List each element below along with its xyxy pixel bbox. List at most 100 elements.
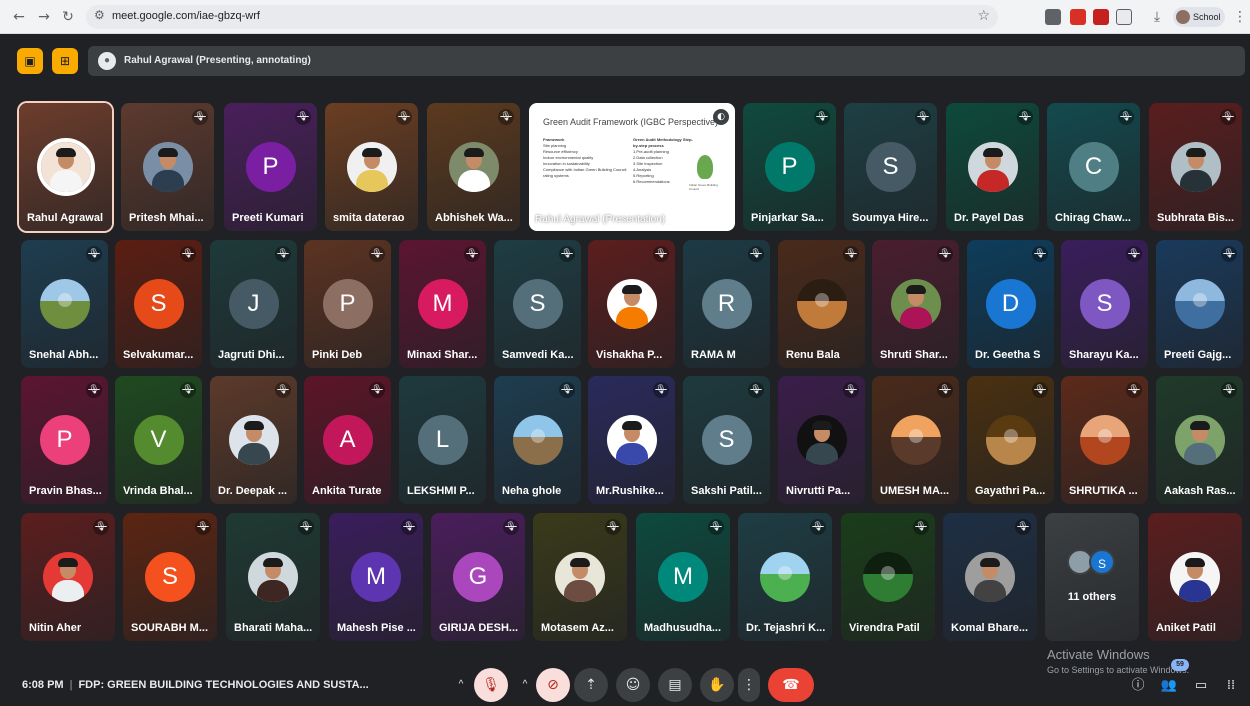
participant-name: Nivrutti Pa... bbox=[786, 485, 851, 497]
participant-tile[interactable]: 🎙 Aakash Ras... bbox=[1156, 376, 1243, 504]
participant-photo bbox=[448, 142, 499, 192]
people-icon[interactable]: 👥 bbox=[1160, 677, 1178, 695]
present-screen-icon[interactable]: ⇡ bbox=[574, 668, 608, 702]
url-text: meet.google.com/iae-gbzq-wrf bbox=[112, 10, 260, 22]
participant-tile[interactable]: 🎙 Dr. Tejashri K... bbox=[738, 513, 832, 641]
participant-tile[interactable]: 🎙 Renu Bala bbox=[778, 240, 865, 368]
reload-icon[interactable]: ↻ bbox=[57, 6, 79, 28]
emoji-icon[interactable]: ☺ bbox=[616, 668, 650, 702]
participant-tile[interactable]: 🎙 Shruti Shar... bbox=[872, 240, 959, 368]
video-settings-caret-icon[interactable]: ^ bbox=[514, 668, 536, 702]
participant-tile[interactable]: Rahul Agrawal bbox=[19, 103, 112, 231]
mic-off-icon[interactable]: 🎙 bbox=[474, 668, 508, 702]
participant-photo bbox=[512, 415, 563, 465]
participant-tile[interactable]: S 🎙 SOURABH M... bbox=[123, 513, 217, 641]
participant-tile[interactable]: S 🎙 Sakshi Patil... bbox=[683, 376, 770, 504]
participant-tile[interactable]: R 🎙 RAMA M bbox=[683, 240, 770, 368]
activities-icon[interactable]: ⁞⁞ bbox=[1222, 677, 1240, 695]
participant-tile[interactable]: 🎙 Gayathri Pa... bbox=[967, 376, 1054, 504]
mic-off-icon: 🎙 bbox=[937, 246, 953, 262]
participant-tile[interactable]: 🎙 Virendra Patil bbox=[841, 513, 935, 641]
participant-tile[interactable]: 🎙 Preeti Gajg... bbox=[1156, 240, 1243, 368]
participant-tile[interactable]: M 🎙 Minaxi Shar... bbox=[399, 240, 486, 368]
more-options-icon[interactable]: ⋮ bbox=[738, 668, 760, 702]
participant-tile[interactable]: 🎙 Vishakha P... bbox=[588, 240, 675, 368]
chat-icon[interactable]: ▭ bbox=[1192, 677, 1210, 695]
participant-name: smita daterao bbox=[333, 212, 405, 224]
puzzle-icon[interactable] bbox=[1116, 9, 1132, 25]
hide-tiles-icon[interactable]: ▣ bbox=[17, 48, 43, 74]
participant-tile[interactable]: P 🎙 Pinki Deb bbox=[304, 240, 391, 368]
extension-icon[interactable] bbox=[1093, 9, 1109, 25]
address-bar[interactable]: ⚙ meet.google.com/iae-gbzq-wrf ☆ bbox=[86, 5, 998, 29]
participant-tile[interactable]: 🎙 Komal Bhare... bbox=[943, 513, 1037, 641]
tune-icon[interactable]: ⚙ bbox=[94, 8, 105, 22]
participant-name: Mahesh Pise ... bbox=[337, 622, 416, 634]
more-vert-icon[interactable]: ⋮ bbox=[1229, 6, 1250, 28]
participant-tile[interactable]: S 🎙 Soumya Hire... bbox=[844, 103, 937, 231]
participant-photo bbox=[606, 279, 657, 329]
participant-tile[interactable]: 🎙 SHRUTIKA ... bbox=[1061, 376, 1148, 504]
participant-avatar: J bbox=[228, 279, 279, 329]
participant-tile[interactable]: 🎙 Dr. Deepak ... bbox=[210, 376, 297, 504]
extension-icon[interactable] bbox=[1070, 9, 1086, 25]
participant-tile[interactable]: P 🎙 Preeti Kumari bbox=[224, 103, 317, 231]
participant-tile[interactable]: S 🎙 Samvedi Ka... bbox=[494, 240, 581, 368]
forward-icon[interactable]: → bbox=[33, 6, 55, 28]
participant-avatar: S bbox=[701, 415, 752, 465]
back-icon[interactable]: ← bbox=[8, 6, 30, 28]
pin-icon[interactable]: ⊞ bbox=[52, 48, 78, 74]
captions-icon[interactable]: ▤ bbox=[658, 668, 692, 702]
participant-tile[interactable]: 🎙 smita daterao bbox=[325, 103, 418, 231]
participant-tile[interactable]: 🎙 Abhishek Wa... bbox=[427, 103, 520, 231]
participant-tile[interactable]: 🎙 Bharati Maha... bbox=[226, 513, 320, 641]
mic-off-icon: 🎙 bbox=[748, 246, 764, 262]
participant-avatar: P bbox=[764, 142, 815, 192]
participant-tile[interactable]: M 🎙 Madhusudha... bbox=[636, 513, 730, 641]
participant-tile[interactable]: 🎙 Nitin Aher bbox=[21, 513, 115, 641]
participant-tile[interactable]: S 🎙 Selvakumar... bbox=[115, 240, 202, 368]
participant-tile[interactable]: 🎙 Motasem Az... bbox=[533, 513, 627, 641]
participant-avatar: D bbox=[985, 279, 1036, 329]
participant-tile[interactable]: 🎙 Mr.Rushike... bbox=[588, 376, 675, 504]
participant-tile[interactable]: 🎙 Pritesh Mhai... bbox=[121, 103, 214, 231]
info-icon[interactable]: ⓘ bbox=[1129, 677, 1147, 695]
participant-tile[interactable]: 🎙 Neha ghole bbox=[494, 376, 581, 504]
participant-tile[interactable]: S 🎙 Sharayu Ka... bbox=[1061, 240, 1148, 368]
participant-tile[interactable]: A 🎙 Ankita Turate bbox=[304, 376, 391, 504]
participant-tile[interactable]: D 🎙 Dr. Geetha S bbox=[967, 240, 1054, 368]
participant-tile[interactable]: M 🎙 Mahesh Pise ... bbox=[329, 513, 423, 641]
camera-off-icon[interactable]: ⊘ bbox=[536, 668, 570, 702]
participant-tile[interactable]: J 🎙 Jagruti Dhi... bbox=[210, 240, 297, 368]
participant-tile[interactable]: C 🎙 Chirag Chaw... bbox=[1047, 103, 1140, 231]
volume-off-icon[interactable]: ◐ bbox=[713, 109, 729, 125]
participant-tile[interactable]: 🎙 UMESH MA... bbox=[872, 376, 959, 504]
participant-tile[interactable]: 🎙 Dr. Payel Das bbox=[946, 103, 1039, 231]
participant-tile[interactable]: 🎙 Nivrutti Pa... bbox=[778, 376, 865, 504]
participant-tile[interactable]: V 🎙 Vrinda Bhal... bbox=[115, 376, 202, 504]
mic-off-icon: 🎙 bbox=[653, 246, 669, 262]
star-icon[interactable]: ☆ bbox=[977, 8, 990, 24]
participant-avatar: S bbox=[865, 142, 916, 192]
mic-off-icon: 🎙 bbox=[1221, 382, 1237, 398]
participant-name: Madhusudha... bbox=[644, 622, 721, 634]
participant-tile[interactable]: P 🎙 Pinjarkar Sa... bbox=[743, 103, 836, 231]
participant-tile[interactable]: Aniket Patil bbox=[1148, 513, 1242, 641]
browser-toolbar: ← → ↻ ⚙ meet.google.com/iae-gbzq-wrf ☆ ⤓… bbox=[0, 0, 1250, 34]
participant-tile[interactable]: 🎙 Subhrata Bis... bbox=[1149, 103, 1242, 231]
profile-button[interactable]: School bbox=[1173, 7, 1225, 27]
others-avatar: S bbox=[1089, 549, 1115, 575]
download-icon[interactable]: ⤓ bbox=[1146, 6, 1168, 28]
participant-tile[interactable]: G 🎙 GIRIJA DESH... bbox=[431, 513, 525, 641]
presentation-tile[interactable]: Green Audit Framework (IGBC Perspective)… bbox=[529, 103, 735, 231]
leave-call-icon[interactable]: ☎ bbox=[768, 668, 814, 702]
participant-tile[interactable]: L LEKSHMI P... bbox=[399, 376, 486, 504]
mic-off-icon: 🎙 bbox=[913, 519, 929, 535]
others-tile[interactable]: S 11 others bbox=[1045, 513, 1139, 641]
participant-tile[interactable]: P 🎙 Pravin Bhas... bbox=[21, 376, 108, 504]
raise-hand-icon[interactable]: ✋ bbox=[700, 668, 734, 702]
participant-tile[interactable]: 🎙 Snehal Abh... bbox=[21, 240, 108, 368]
extension-icon[interactable] bbox=[1045, 9, 1061, 25]
audio-settings-caret-icon[interactable]: ^ bbox=[450, 668, 472, 702]
participant-name: Preeti Gajg... bbox=[1164, 349, 1232, 361]
